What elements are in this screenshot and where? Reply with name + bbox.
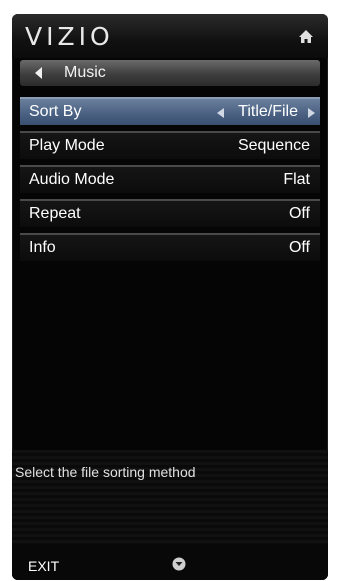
menu-item-value: Off (288, 239, 310, 256)
menu-item-sort-by[interactable]: Sort By Title/File (20, 97, 320, 125)
menu-footer: EXIT (12, 544, 328, 580)
menu-item-audio-mode[interactable]: Audio Mode Flat (20, 165, 320, 193)
chevron-down-circle-icon[interactable] (172, 557, 186, 571)
help-text-area: Select the file sorting method (12, 450, 328, 550)
menu-item-value: Off (288, 205, 310, 222)
menu-item-label: Audio Mode (29, 171, 115, 188)
vizio-logo: VIZIO (25, 22, 114, 51)
menu-item-label: Repeat (29, 205, 81, 222)
submenu-back-bar[interactable]: Music (20, 60, 320, 86)
exit-button[interactable]: EXIT (28, 558, 59, 574)
value-right-arrow-icon[interactable] (308, 108, 315, 118)
menu-item-play-mode[interactable]: Play Mode Sequence (20, 131, 320, 159)
tv-menu-panel: VIZIO Music Sort By Title/File Play Mode… (12, 14, 328, 580)
home-icon[interactable] (298, 29, 314, 45)
submenu-title: Music (64, 64, 106, 81)
menu-header: VIZIO (12, 14, 328, 58)
menu-item-value: Sequence (237, 137, 310, 154)
menu-item-repeat[interactable]: Repeat Off (20, 199, 320, 227)
menu-item-label: Play Mode (29, 137, 105, 154)
menu-item-value: Title/File (238, 103, 298, 120)
chevron-left-icon[interactable] (35, 67, 43, 79)
menu-item-info[interactable]: Info Off (20, 233, 320, 261)
menu-item-label: Sort By (29, 103, 82, 120)
menu-item-label: Info (29, 239, 56, 256)
help-text: Select the file sorting method (15, 464, 196, 480)
settings-menu-list: Sort By Title/File Play Mode Sequence Au… (20, 97, 320, 267)
menu-item-value: Flat (283, 171, 310, 188)
value-left-arrow-icon[interactable] (217, 108, 224, 118)
